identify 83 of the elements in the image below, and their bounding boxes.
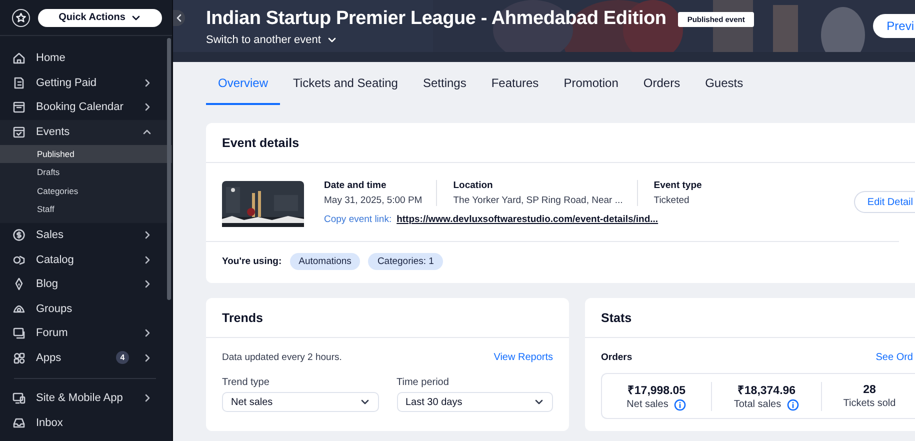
info-icon [787, 398, 800, 410]
dropdown[interactable]: Last 30 days [396, 392, 553, 412]
chevron-right-icon [143, 230, 152, 240]
tab[interactable]: Guests [693, 62, 756, 105]
chevron-left-icon [175, 13, 183, 23]
devices-icon [12, 391, 26, 406]
tab[interactable]: Orders [631, 62, 692, 105]
section-title: Orders [601, 352, 632, 363]
detail-label: Event type [654, 180, 702, 191]
sidebar-subitem[interactable]: Drafts [0, 163, 172, 182]
sidebar-item[interactable]: Blog [0, 272, 172, 297]
see-orders-link[interactable]: See Ord [876, 352, 913, 363]
caret-icon [534, 397, 544, 407]
chevron-right-icon [143, 254, 152, 265]
count-badge: 4 [116, 351, 129, 364]
chevron-right-icon [143, 352, 152, 363]
scrollbar[interactable] [167, 38, 171, 300]
tab[interactable]: Tickets and Seating [281, 62, 410, 105]
sidebar-subitem[interactable]: Staff [0, 200, 172, 218]
event-title: Indian Startup Premier League - Ahmedabad Edition [206, 8, 666, 30]
chevron-right-icon [143, 328, 152, 338]
detail-value: The Yorker Yard, SP Ring Road, Near ... [453, 195, 623, 206]
event-switcher[interactable]: Switch to another event [206, 34, 321, 46]
chevron-right-icon [143, 279, 152, 290]
view-reports-link[interactable]: View Reports [494, 352, 553, 363]
inbox-icon [12, 416, 26, 430]
sidebar-subitem[interactable]: Categories [0, 182, 172, 200]
collapse-button[interactable] [173, 10, 185, 26]
sidebar-item[interactable]: Forum [0, 321, 172, 346]
tab[interactable]: Features [479, 62, 551, 105]
sidebar-item[interactable]: Inbox [0, 410, 172, 436]
field-label: Trend type [222, 377, 270, 388]
edit-details-button[interactable]: Edit Detail [854, 191, 915, 213]
quick-actions-button[interactable]: Quick Actions [38, 8, 162, 26]
metric-label: Net sales [626, 399, 668, 410]
sidebar-item[interactable]: Home [0, 46, 172, 70]
detail-label: Date and time [324, 180, 388, 191]
apps-icon [12, 350, 26, 365]
detail-value: Ticketed [654, 195, 690, 206]
chevron-right-icon [143, 78, 152, 88]
document-icon [12, 76, 26, 90]
card-title: Event details [206, 123, 915, 163]
sidebar-item[interactable]: Sales [0, 223, 172, 248]
field-label: Time period [396, 377, 450, 388]
sidebar-item[interactable]: Apps 4 [0, 346, 172, 370]
chevron-right-icon [143, 393, 152, 404]
feature-tag[interactable]: Automations [290, 253, 360, 270]
metric-value: ₹18,374.96 [736, 384, 797, 396]
favorites-button[interactable] [12, 8, 30, 26]
event-link[interactable]: https://www.devluxsoftwarestudio.com/event-details/ind... [396, 214, 658, 225]
coin-icon [12, 228, 26, 242]
caret-icon [360, 397, 370, 407]
sidebar-item[interactable]: Site & Mobile App [0, 386, 172, 411]
feature-tag[interactable]: Categories: 1 [368, 253, 443, 270]
info-icon [674, 398, 686, 410]
tab[interactable]: Overview [206, 62, 280, 105]
sidebar-item[interactable]: Getting Paid [0, 70, 172, 95]
usage-label: You're using: [222, 256, 282, 267]
dropdown[interactable]: Net sales [222, 392, 378, 412]
calendar-icon [12, 100, 26, 114]
sidebar-item[interactable]: Events [0, 120, 172, 144]
metric-label: Tickets sold [843, 398, 896, 408]
caret-icon [326, 35, 337, 45]
tab[interactable]: Settings [410, 62, 478, 105]
tab[interactable]: Promotion [552, 62, 630, 105]
metric-value: ₹17,998.05 [626, 384, 687, 396]
copy-link-button[interactable]: Copy event link: [324, 214, 392, 225]
update-note: Data updated every 2 hours. [222, 352, 342, 363]
metric-label: Total sales [734, 399, 782, 410]
sidebar-subitem[interactable]: Published [0, 145, 172, 164]
card-title: Trends [206, 298, 569, 338]
chevron-right-icon [143, 102, 152, 112]
detail-value: May 31, 2025, 5:00 PM [324, 195, 422, 206]
sidebar-item[interactable]: Groups [0, 296, 172, 322]
home-icon [12, 51, 26, 66]
sidebar-item[interactable]: Booking Calendar [0, 95, 172, 120]
metric-value: 28 [862, 384, 877, 396]
calendar-icon [12, 124, 26, 139]
sidebar-item[interactable]: Catalog [0, 248, 172, 272]
star-icon [15, 12, 27, 24]
detail-label: Location [453, 180, 494, 191]
preview-button[interactable]: Previ [872, 14, 915, 38]
card-title: Stats [585, 298, 915, 338]
